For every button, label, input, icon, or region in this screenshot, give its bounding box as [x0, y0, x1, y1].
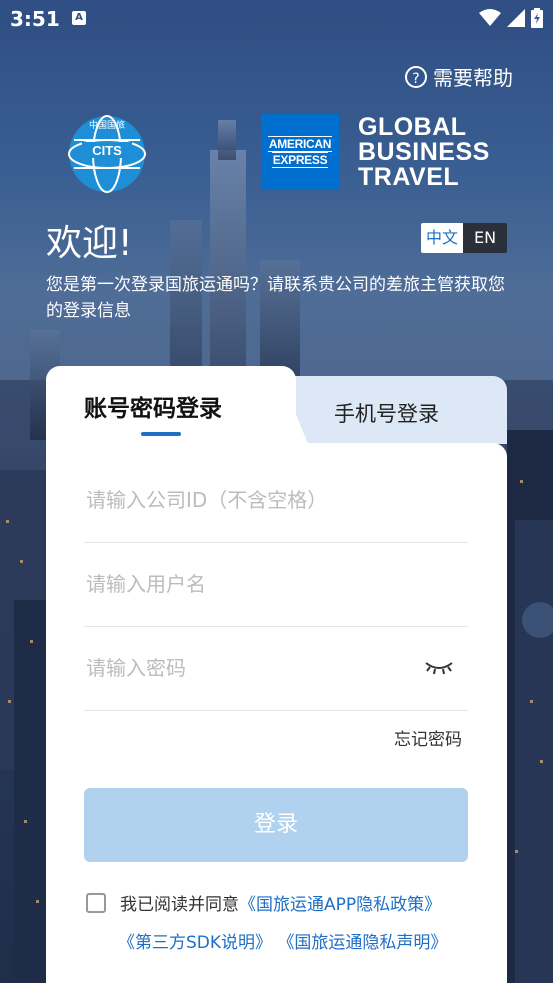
cits-top-text: 中国国旅	[89, 119, 125, 131]
agreement-prefix: 我已阅读并同意	[120, 895, 239, 915]
eye-closed-icon[interactable]	[424, 659, 454, 675]
tab-phone-login-label[interactable]: 手机号登录	[334, 398, 439, 428]
username-input[interactable]	[84, 571, 408, 597]
welcome-title: 欢迎!	[46, 223, 133, 264]
amex-line1: AMERICAN	[267, 136, 333, 152]
sdk-note-link[interactable]: 《第三方SDK说明》	[118, 933, 272, 953]
system-icons	[479, 8, 543, 28]
help-label: 需要帮助	[433, 66, 513, 90]
gbt-line2: BUSINESS	[358, 138, 490, 166]
welcome-intro: 您是第一次登录国旅运通吗？请联系贵公司的差旅主管获取您的登录信息	[46, 275, 505, 321]
username-field	[84, 543, 468, 627]
gbt-wordmark: GLOBAL BUSINESS TRAVEL	[358, 115, 490, 190]
cits-text: CITS	[92, 143, 122, 158]
forgot-password-link[interactable]: 忘记密码	[394, 725, 462, 750]
status-bar: 3:51 A	[0, 0, 553, 38]
gbt-line3: TRAVEL	[358, 163, 460, 191]
agreement-checkbox[interactable]	[86, 892, 106, 913]
status-time: 3:51	[10, 7, 60, 31]
wifi-icon	[479, 9, 501, 26]
amex-logo: AMERICAN EXPRESS	[261, 114, 339, 190]
language-option-zh[interactable]: 中文	[421, 223, 463, 253]
cits-logo: CITS 中国国旅	[68, 115, 146, 193]
battery-icon	[531, 8, 543, 28]
password-field	[84, 627, 468, 711]
privacy-statement-link[interactable]: 《国旅运通隐私声明》	[277, 933, 447, 953]
tab-active-indicator	[141, 432, 181, 436]
agreement-row: 我已阅读并同意 《国旅运通APP隐私政策》	[86, 890, 441, 915]
privacy-policy-link[interactable]: 《国旅运通APP隐私政策》	[239, 890, 441, 915]
language-option-en[interactable]: EN	[463, 223, 507, 253]
language-switch: 中文 EN	[421, 223, 507, 253]
question-icon: ?	[405, 65, 427, 88]
agreement-row-2: 《第三方SDK说明》 《国旅运通隐私声明》	[118, 928, 447, 953]
tab-account-login-label[interactable]: 账号密码登录	[84, 389, 222, 423]
login-screen: 3:51 A ? 需要帮助 CITS 中国国旅 AMERICAN EXPRESS…	[0, 0, 553, 983]
company-id-input[interactable]	[84, 487, 408, 513]
password-input[interactable]	[84, 655, 408, 681]
notification-icon: A	[72, 11, 86, 25]
amex-line2: EXPRESS	[271, 152, 329, 168]
login-button[interactable]: 登录	[84, 788, 468, 862]
help-button[interactable]: ? 需要帮助	[405, 62, 513, 91]
company-id-field	[84, 459, 468, 543]
signal-icon	[507, 9, 525, 27]
gbt-line1: GLOBAL	[358, 113, 467, 141]
